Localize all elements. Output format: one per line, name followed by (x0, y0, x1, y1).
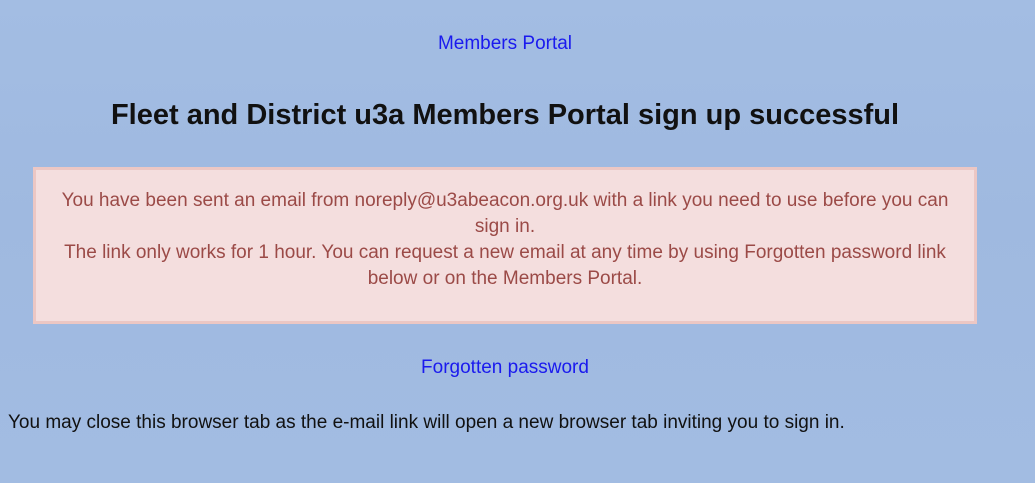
forgotten-password-link[interactable]: Forgotten password (0, 355, 1010, 381)
page-title: Fleet and District u3a Members Portal si… (110, 99, 900, 131)
members-portal-link[interactable]: Members Portal (0, 31, 1010, 57)
alert-message-box: You have been sent an email from noreply… (33, 167, 977, 324)
alert-message-link-expiry: The link only works for 1 hour. You can … (64, 242, 946, 289)
close-tab-note: You may close this browser tab as the e-… (8, 412, 845, 433)
alert-message-email-sent: You have been sent an email from noreply… (61, 190, 949, 237)
